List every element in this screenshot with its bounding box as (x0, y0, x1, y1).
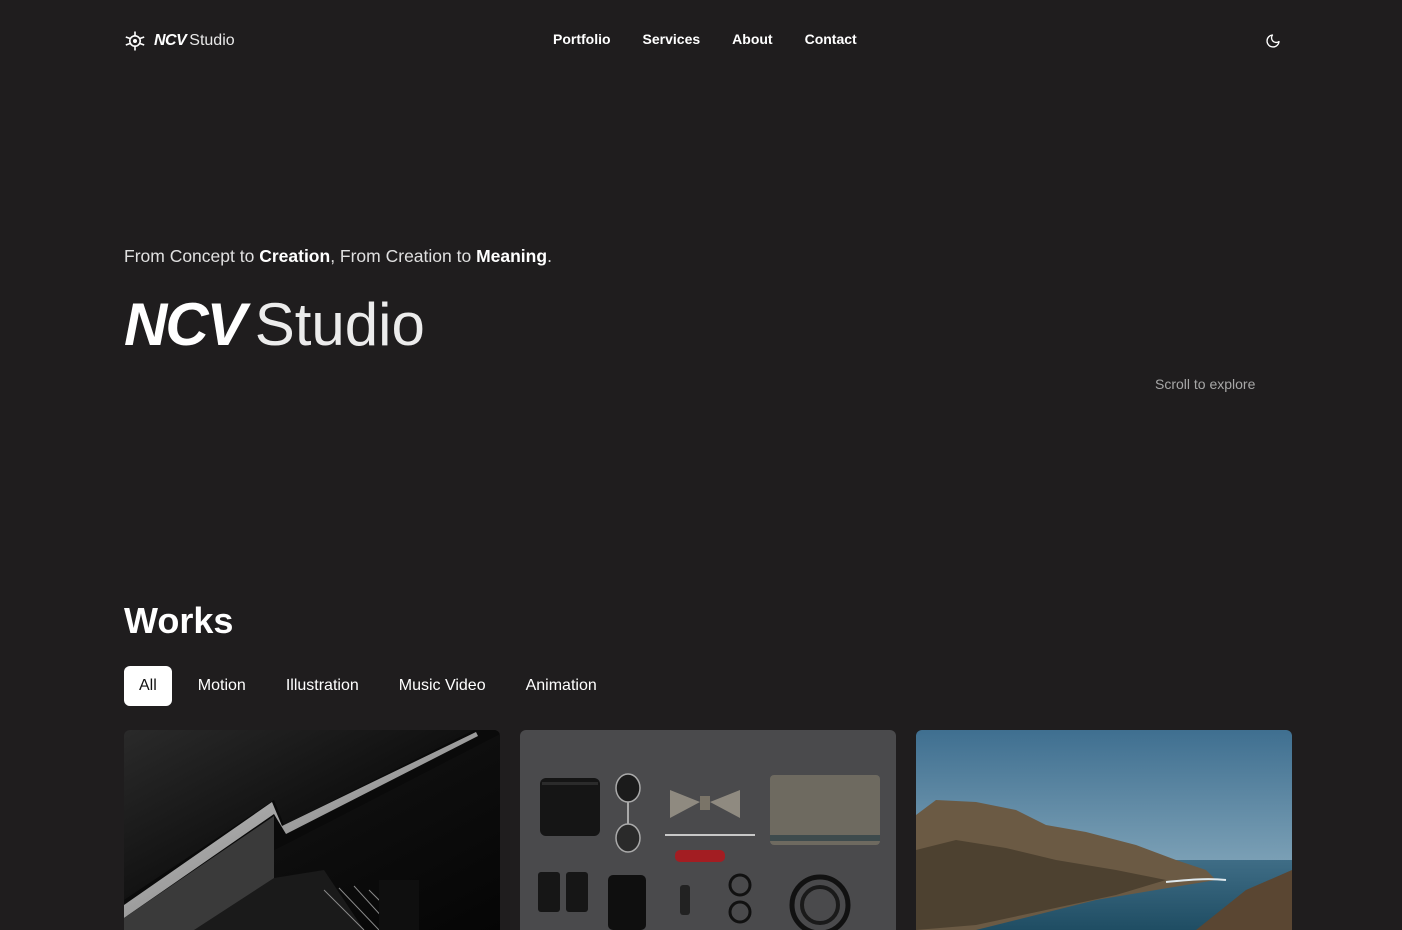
tagline-text-1: From Concept to (124, 246, 260, 266)
hero-title: NCV Studio (124, 290, 425, 358)
flatlay-image (520, 730, 896, 930)
tagline-bold-meaning: Meaning (476, 246, 548, 266)
hero-tagline: From Concept to Creation, From Creation … (124, 246, 552, 267)
hero-title-ncv: NCV (124, 291, 247, 358)
scroll-hint: Scroll to explore (1155, 376, 1256, 392)
site-header: NCV Studio Portfolio Services About Cont… (0, 0, 1402, 82)
logo-ncv-text: NCV (154, 32, 187, 49)
filter-illustration[interactable]: Illustration (272, 666, 373, 706)
nav-item-portfolio[interactable]: Portfolio (553, 31, 611, 47)
tagline-bold-creation: Creation (259, 246, 331, 266)
work-card-architecture[interactable] (124, 730, 500, 930)
hero-title-studio: Studio (254, 291, 425, 358)
main-nav: Portfolio Services About Contact (553, 31, 889, 47)
site-logo[interactable]: NCV Studio (124, 29, 235, 53)
filter-motion[interactable]: Motion (184, 666, 260, 706)
filter-all[interactable]: All (124, 666, 172, 706)
works-filter-bar: All Motion Illustration Music Video Anim… (124, 666, 623, 706)
works-grid (124, 730, 1292, 930)
architecture-image (124, 730, 500, 930)
moon-icon (1266, 34, 1280, 48)
filter-animation[interactable]: Animation (512, 666, 611, 706)
tagline-text-3: . (547, 246, 552, 266)
work-card-coast[interactable] (916, 730, 1292, 930)
tagline-text-2: , From Creation to (330, 246, 477, 266)
work-card-flatlay[interactable] (520, 730, 896, 930)
works-heading: Works (124, 600, 234, 641)
theme-toggle-button[interactable] (1263, 31, 1283, 51)
coast-image (916, 730, 1292, 930)
nav-item-about[interactable]: About (732, 31, 772, 47)
logo-studio-text: Studio (189, 32, 235, 49)
nav-item-services[interactable]: Services (643, 31, 701, 47)
logo-mark-icon (125, 31, 145, 51)
filter-music-video[interactable]: Music Video (385, 666, 500, 706)
nav-item-contact[interactable]: Contact (805, 31, 857, 47)
